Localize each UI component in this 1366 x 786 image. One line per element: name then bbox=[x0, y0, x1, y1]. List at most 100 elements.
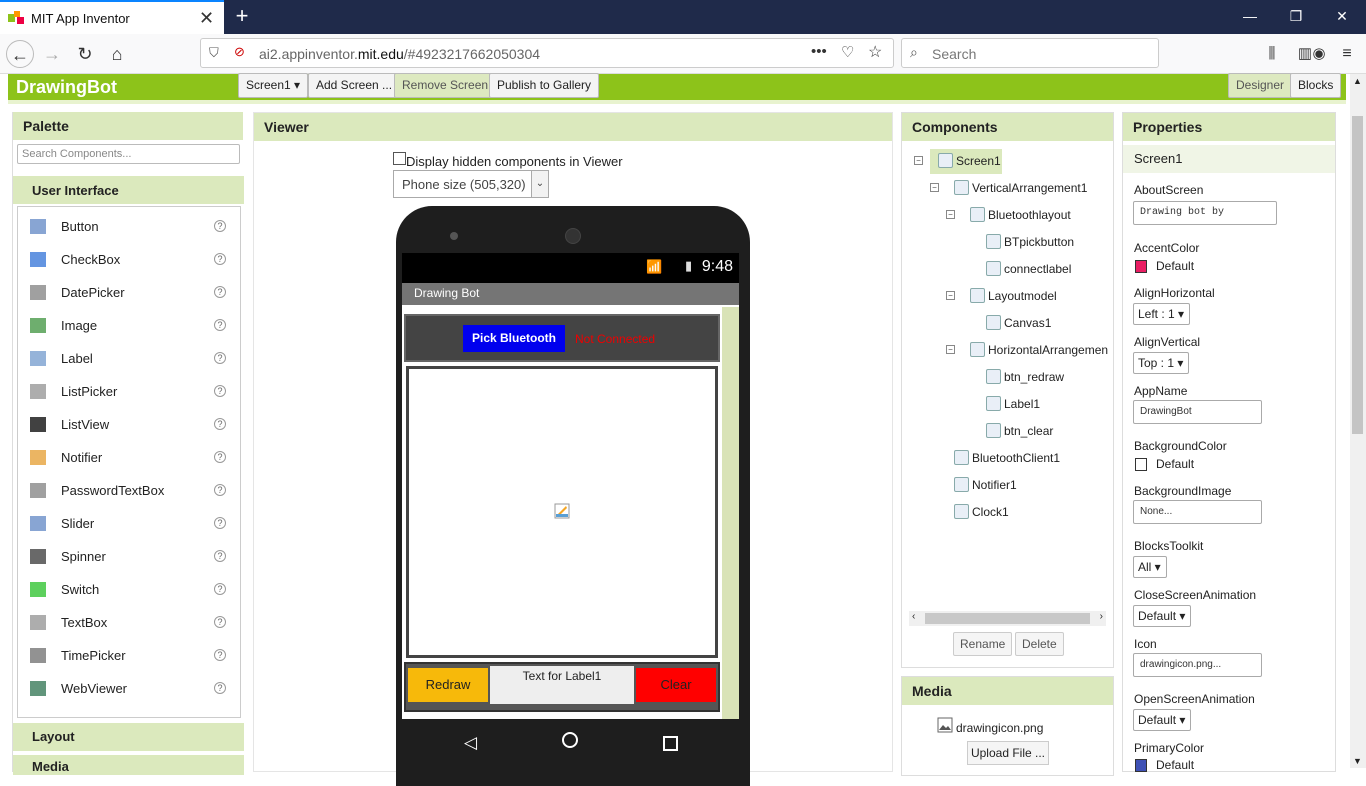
prop-icon-input[interactable]: drawingicon.png... bbox=[1133, 653, 1262, 677]
tree-collapse-icon[interactable]: − bbox=[946, 345, 955, 354]
delete-button[interactable]: Delete bbox=[1015, 632, 1064, 656]
palette-section-media[interactable]: Media bbox=[13, 755, 244, 775]
help-icon[interactable]: ? bbox=[214, 385, 226, 397]
insecure-lock-icon[interactable]: ⊘ bbox=[234, 44, 245, 60]
add-screen-button[interactable]: Add Screen ... bbox=[308, 73, 401, 98]
prop-backgroundimage-input[interactable]: None... bbox=[1133, 500, 1262, 524]
primary-color-swatch[interactable] bbox=[1135, 759, 1147, 772]
palette-item-webviewer[interactable]: WebViewer? bbox=[18, 672, 240, 705]
prop-accentcolor-value[interactable]: Default bbox=[1156, 259, 1194, 273]
remove-screen-button[interactable]: Remove Screen bbox=[394, 73, 497, 98]
pick-bluetooth-button[interactable]: Pick Bluetooth bbox=[463, 325, 565, 352]
help-icon[interactable]: ? bbox=[214, 220, 226, 232]
help-icon[interactable]: ? bbox=[214, 352, 226, 364]
scroll-down-icon[interactable]: ▼ bbox=[1353, 756, 1362, 766]
palette-item-checkbox[interactable]: CheckBox? bbox=[18, 243, 240, 276]
help-icon[interactable]: ? bbox=[214, 484, 226, 496]
prop-backgroundcolor-value[interactable]: Default bbox=[1156, 457, 1194, 471]
palette-item-switch[interactable]: Switch? bbox=[18, 573, 240, 606]
restore-icon[interactable]: ❐ bbox=[1273, 0, 1319, 34]
prop-aboutscreen-input[interactable]: Drawing bot by bbox=[1133, 201, 1277, 225]
help-icon[interactable]: ? bbox=[214, 682, 226, 694]
scroll-left-icon[interactable]: ‹ bbox=[912, 611, 915, 622]
url-bar[interactable]: ⛉ ⊘ ai2.appinventor.mit.edu/#49232176620… bbox=[200, 38, 894, 68]
palette-item-datepicker[interactable]: DatePicker? bbox=[18, 276, 240, 309]
screen-select[interactable]: Screen1 ▾ bbox=[238, 73, 309, 98]
palette-section-layout[interactable]: Layout bbox=[13, 723, 244, 751]
media-file-name[interactable]: drawingicon.png bbox=[956, 721, 1043, 735]
blocks-button[interactable]: Blocks bbox=[1290, 73, 1342, 98]
help-icon[interactable]: ? bbox=[214, 418, 226, 430]
help-icon[interactable]: ? bbox=[214, 451, 226, 463]
help-icon[interactable]: ? bbox=[214, 253, 226, 265]
help-icon[interactable]: ? bbox=[214, 616, 226, 628]
screen-scrollbar[interactable] bbox=[722, 307, 739, 719]
connect-label[interactable]: Not Connected bbox=[575, 332, 655, 346]
forward-icon[interactable]: → bbox=[38, 40, 66, 68]
reload-icon[interactable]: ↻ bbox=[71, 40, 99, 68]
help-icon[interactable]: ? bbox=[214, 550, 226, 562]
account-icon[interactable]: ◉ bbox=[1305, 40, 1333, 68]
tab-close-icon[interactable]: ✕ bbox=[199, 8, 214, 29]
publish-gallery-button[interactable]: Publish to Gallery bbox=[489, 73, 600, 98]
components-hscrollbar[interactable]: ‹ › bbox=[909, 611, 1106, 626]
close-window-icon[interactable]: ✕ bbox=[1319, 0, 1365, 34]
prop-closescreenanimation-select[interactable]: Default ▾ bbox=[1133, 605, 1191, 627]
rename-button[interactable]: Rename bbox=[953, 632, 1013, 656]
hidden-components-checkbox[interactable] bbox=[393, 152, 406, 165]
palette-item-listpicker[interactable]: ListPicker? bbox=[18, 375, 240, 408]
palette-item-image[interactable]: Image? bbox=[18, 309, 240, 342]
prop-appname-input[interactable]: DrawingBot bbox=[1133, 400, 1262, 424]
tree-collapse-icon[interactable]: − bbox=[946, 210, 955, 219]
help-icon[interactable]: ? bbox=[214, 286, 226, 298]
palette-item-spinner[interactable]: Spinner? bbox=[18, 540, 240, 573]
palette-search-input[interactable]: Search Components... bbox=[17, 144, 240, 164]
prop-blockstoolkit-select[interactable]: All ▾ bbox=[1133, 556, 1167, 578]
page-actions-icon[interactable]: ••• bbox=[811, 43, 827, 60]
library-icon[interactable]: ⫼ bbox=[1258, 40, 1286, 68]
pocket-icon[interactable]: ♡ bbox=[841, 43, 854, 61]
search-input[interactable]: ⌕ Search bbox=[901, 38, 1159, 68]
back-icon[interactable]: ← bbox=[6, 40, 34, 68]
scroll-thumb[interactable] bbox=[925, 613, 1090, 624]
tree-collapse-icon[interactable]: − bbox=[946, 291, 955, 300]
redraw-button[interactable]: Redraw bbox=[408, 668, 488, 702]
scroll-up-icon[interactable]: ▲ bbox=[1353, 76, 1362, 86]
prop-primarycolor-value[interactable]: Default bbox=[1156, 758, 1194, 772]
help-icon[interactable]: ? bbox=[214, 319, 226, 331]
menu-icon[interactable]: ≡ bbox=[1333, 40, 1361, 68]
help-icon[interactable]: ? bbox=[214, 649, 226, 661]
tree-collapse-icon[interactable]: − bbox=[914, 156, 923, 165]
palette-section-user-interface[interactable]: User Interface bbox=[13, 176, 244, 204]
label1[interactable]: Text for Label1 bbox=[490, 666, 634, 704]
help-icon[interactable]: ? bbox=[214, 517, 226, 529]
palette-item-slider[interactable]: Slider? bbox=[18, 507, 240, 540]
palette-item-button[interactable]: Button? bbox=[18, 210, 240, 243]
prop-alignhorizontal-select[interactable]: Left : 1 ▾ bbox=[1133, 303, 1190, 325]
upload-file-button[interactable]: Upload File ... bbox=[967, 741, 1049, 765]
tree-collapse-icon[interactable]: − bbox=[930, 183, 939, 192]
palette-item-label[interactable]: Label? bbox=[18, 342, 240, 375]
palette-item-passwordtextbox[interactable]: PasswordTextBox? bbox=[18, 474, 240, 507]
scroll-right-icon[interactable]: › bbox=[1100, 611, 1103, 622]
designer-button[interactable]: Designer bbox=[1228, 73, 1293, 98]
new-tab-icon[interactable]: + bbox=[232, 3, 252, 31]
background-color-swatch[interactable] bbox=[1135, 458, 1147, 471]
accent-color-swatch[interactable] bbox=[1135, 260, 1147, 273]
browser-tab[interactable]: MIT App Inventor ✕ bbox=[0, 0, 224, 34]
home-icon[interactable]: ⌂ bbox=[103, 40, 131, 68]
help-icon[interactable]: ? bbox=[214, 583, 226, 595]
prop-alignvertical-select[interactable]: Top : 1 ▾ bbox=[1133, 352, 1189, 374]
clear-button[interactable]: Clear bbox=[636, 668, 716, 702]
prop-openscreenanimation-select[interactable]: Default ▾ bbox=[1133, 709, 1191, 731]
shield-icon[interactable]: ⛉ bbox=[209, 45, 219, 61]
palette-item-textbox[interactable]: TextBox? bbox=[18, 606, 240, 639]
minimize-icon[interactable]: — bbox=[1227, 0, 1273, 34]
page-scroll-thumb[interactable] bbox=[1352, 116, 1363, 434]
page-scrollbar[interactable]: ▲ ▼ bbox=[1350, 74, 1366, 768]
bookmark-star-icon[interactable]: ☆ bbox=[868, 42, 882, 62]
phone-size-select[interactable]: Phone size (505,320) ⌄ bbox=[393, 170, 549, 198]
palette-item-timepicker[interactable]: TimePicker? bbox=[18, 639, 240, 672]
palette-item-notifier[interactable]: Notifier? bbox=[18, 441, 240, 474]
palette-item-listview[interactable]: ListView? bbox=[18, 408, 240, 441]
